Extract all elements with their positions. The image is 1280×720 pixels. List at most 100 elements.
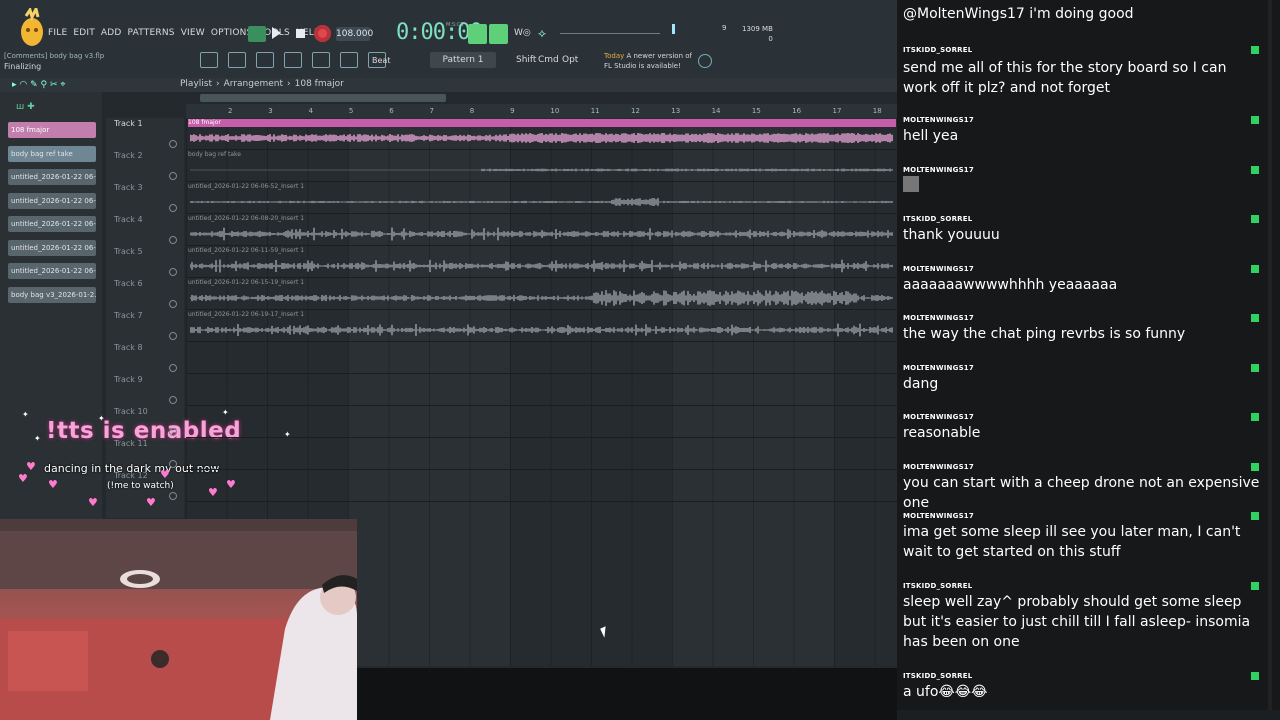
master-volume-slider[interactable] (560, 33, 660, 34)
track-mute-icon[interactable] (169, 300, 177, 308)
picker-item[interactable]: body bag ref take (8, 145, 96, 162)
picker-item[interactable]: untitled_2026-01-22 06-... (8, 263, 96, 279)
pat-song-toggle[interactable] (248, 26, 266, 42)
subscriber-badge-icon (1251, 582, 1259, 590)
chat-username[interactable]: MOLTENWINGS17 (903, 364, 974, 372)
track-mute-icon[interactable] (169, 268, 177, 276)
track-mute-icon[interactable] (169, 428, 177, 436)
track-mute-icon[interactable] (169, 204, 177, 212)
track-name[interactable]: Track 3 (114, 183, 143, 192)
track-name[interactable]: Track 8 (114, 343, 143, 352)
chat-username[interactable]: MOLTENWINGS17 (903, 413, 974, 421)
picker-item[interactable]: body bag v3_2026-01-2... (8, 286, 96, 303)
browser-icon[interactable] (228, 52, 246, 68)
chat-scrollbar[interactable] (1268, 0, 1272, 710)
metronome-icon[interactable]: ⟡ (538, 26, 546, 41)
audio-clip-header[interactable]: 108 fmajor (188, 119, 896, 127)
audio-clip-header[interactable]: untitled_2026-01-22 06-15-19_Insert 1 (188, 279, 896, 287)
pitch-slider[interactable] (672, 24, 675, 34)
cmd-modifier[interactable]: Cmd (538, 55, 559, 65)
picker-item[interactable]: 108 fmajor (8, 122, 96, 138)
track-name[interactable]: Track 7 (114, 311, 143, 320)
breadcrumb-arrangement[interactable]: Arrangement (224, 79, 283, 89)
fl-studio-logo[interactable] (18, 8, 46, 48)
track-name[interactable]: Track 11 (114, 439, 148, 448)
track-name[interactable]: Track 2 (114, 151, 143, 160)
stop-icon[interactable] (296, 29, 305, 38)
track-name[interactable]: Track 1 (114, 119, 143, 128)
track-mute-icon[interactable] (169, 396, 177, 404)
track-name[interactable]: Track 10 (114, 407, 148, 416)
chat-username[interactable]: ITSKIDD_SORREL (903, 672, 972, 680)
online-icon[interactable] (698, 54, 712, 68)
menu-add[interactable]: ADD (101, 28, 122, 38)
plugin-icon[interactable] (340, 52, 358, 68)
picker-item[interactable]: untitled_2026-01-22 06-... (8, 239, 96, 256)
track-mute-icon[interactable] (169, 332, 177, 340)
track-mute-icon[interactable] (169, 492, 177, 500)
menu-options[interactable]: OPTIONS (211, 28, 253, 38)
audio-clip-header[interactable]: body bag ref take (188, 151, 896, 159)
audio-waveform[interactable] (190, 160, 894, 180)
audio-waveform[interactable] (190, 320, 894, 340)
shift-modifier[interactable]: Shift (516, 55, 536, 65)
audio-waveform[interactable] (190, 192, 894, 212)
audio-waveform[interactable] (190, 224, 894, 244)
heart-icon: ♥ (88, 496, 98, 509)
picker-item[interactable]: untitled_2026-01-22 06-... (8, 216, 96, 232)
pattern-select[interactable]: Pattern 1 (430, 52, 496, 68)
menu-file[interactable]: FILE (48, 28, 67, 38)
audio-clip-header[interactable]: untitled_2026-01-22 06-06-52_Insert 1 (188, 183, 896, 191)
chat-username[interactable]: ITSKIDD_SORREL (903, 46, 972, 54)
track-mute-icon[interactable] (169, 140, 177, 148)
chat-username[interactable]: MOLTENWINGS17 (903, 265, 974, 273)
audio-waveform[interactable] (190, 288, 894, 308)
chat-username[interactable]: ITSKIDD_SORREL (903, 582, 972, 590)
track-mute-icon[interactable] (169, 364, 177, 372)
playlist-view-button[interactable] (468, 24, 487, 44)
audio-clip-header[interactable]: untitled_2026-01-22 06-11-59_Insert 1 (188, 247, 896, 255)
chat-username[interactable]: MOLTENWINGS17 (903, 512, 974, 520)
track-name[interactable]: Track 6 (114, 279, 143, 288)
menu-patterns[interactable]: PATTERNS (128, 28, 175, 38)
wave-icon[interactable]: W◎ (514, 28, 531, 38)
menu-view[interactable]: VIEW (181, 28, 205, 38)
chat-username[interactable]: MOLTENWINGS17 (903, 116, 974, 124)
playlist-scrollbar[interactable] (200, 94, 446, 102)
audio-waveform[interactable] (190, 128, 894, 148)
channel-rack-icon[interactable] (256, 52, 274, 68)
track-mute-icon[interactable] (169, 460, 177, 468)
track-mute-icon[interactable] (169, 236, 177, 244)
playlist-tools-icon[interactable]: ▸ ◠ ✎ ⚲ ✂ ⌖ (12, 80, 65, 90)
audio-clip-header[interactable]: untitled_2026-01-22 06-19-17_Insert 1 (188, 311, 896, 319)
menu-edit[interactable]: EDIT (73, 28, 95, 38)
picker-item[interactable]: untitled_2026-01-22 06-... (8, 192, 96, 209)
chat-username[interactable]: MOLTENWINGS17 (903, 314, 974, 322)
mixer-view-button[interactable] (489, 24, 508, 44)
chat-username[interactable]: ITSKIDD_SORREL (903, 215, 972, 223)
record-icon[interactable] (314, 25, 331, 42)
piano-roll-icon[interactable] (284, 52, 302, 68)
subscriber-badge-icon (1251, 215, 1259, 223)
track-name[interactable]: Track 4 (114, 215, 143, 224)
audio-waveform[interactable] (190, 256, 894, 276)
picker-tabs-icon[interactable]: ш ✚ (16, 102, 35, 112)
track-name[interactable]: Track 12 (114, 471, 148, 480)
picker-item[interactable]: untitled_2026-01-22 06-... (8, 169, 96, 185)
snap-select[interactable]: Beat (372, 56, 390, 65)
opt-modifier[interactable]: Opt (562, 55, 578, 65)
breadcrumb-playlist[interactable]: Playlist (180, 79, 212, 89)
play-icon[interactable] (272, 27, 281, 39)
news-panel[interactable]: Today A newer version of FL Studio is av… (604, 51, 696, 71)
timeline-ruler[interactable] (186, 104, 898, 118)
track-name[interactable]: Track 5 (114, 247, 143, 256)
chat-username[interactable]: MOLTENWINGS17 (903, 166, 974, 174)
track-mute-icon[interactable] (169, 172, 177, 180)
audio-clip-header[interactable]: untitled_2026-01-22 06-08-20_Insert 1 (188, 215, 896, 223)
track-name[interactable]: Track 9 (114, 375, 143, 384)
tempo-display[interactable]: 108.000 (336, 27, 373, 41)
chat-username[interactable]: MOLTENWINGS17 (903, 463, 974, 471)
breadcrumb-pattern[interactable]: 108 fmajor (295, 79, 344, 89)
snap-icon[interactable] (200, 52, 218, 68)
mixer-icon[interactable] (312, 52, 330, 68)
